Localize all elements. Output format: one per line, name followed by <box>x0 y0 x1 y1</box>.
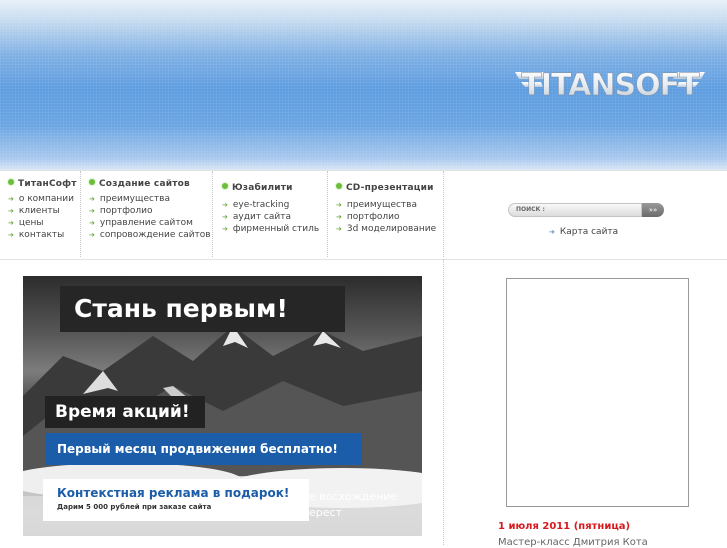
logo-text: TITANSOFT <box>521 68 700 100</box>
nav-link-eye-tracking[interactable]: ➔ eye-tracking <box>222 199 319 211</box>
arrow-right-icon: ➔ <box>89 207 95 215</box>
nav-group-titansoft: ТитанСофт ➔ о компании ➔ клиенты ➔ цены ➔ ко… <box>0 171 81 257</box>
background-caption: ерест <box>309 506 342 519</box>
arrow-right-icon: ➔ <box>336 213 342 221</box>
news-title[interactable]: Мастер-класс Дмитрия Кота <box>498 537 648 548</box>
search-input[interactable]: ПОИСК : <box>508 203 642 217</box>
nav-group-cd-presentations: CD-презентации ➔ преимущества ➔ портфолио … <box>327 171 444 257</box>
gift-box: Контекстная реклама в подарок! Дарим 5 0… <box>43 479 309 521</box>
news-date: 1 июля 2011 (пятница) <box>498 521 631 532</box>
nav-link-cd-portfolio[interactable]: ➔ портфолио <box>336 211 436 223</box>
nav-link-corporate-style[interactable]: ➔ фирменный стиль <box>222 223 319 235</box>
nav-link-contacts[interactable]: ➔ контакты <box>8 229 74 241</box>
gift-title: Контекстная реклама в подарок! <box>57 486 290 500</box>
background-caption: е восхождение <box>309 490 398 503</box>
arrow-right-icon: ➔ <box>8 231 14 239</box>
arrow-right-icon: ➔ <box>89 195 95 203</box>
bullet-icon <box>8 179 14 185</box>
arrow-right-icon: ➔ <box>8 207 14 215</box>
nav-group-title[interactable]: Создание сайтов <box>89 179 190 189</box>
arrow-right-icon: ➔ <box>8 195 14 203</box>
nav-link-advantages[interactable]: ➔ преимущества <box>89 193 211 205</box>
nav-group-title[interactable]: Юзабилити <box>222 183 293 193</box>
promo-line: Первый месяц продвижения бесплатно! <box>45 433 362 465</box>
bullet-icon <box>89 179 95 185</box>
nav-link-prices[interactable]: ➔ цены <box>8 217 74 229</box>
search-button[interactable]: »» <box>642 203 664 217</box>
arrow-right-icon: ➔ <box>222 213 228 221</box>
gift-subtitle: Дарим 5 000 рублей при заказе сайта <box>57 503 212 511</box>
arrow-right-icon: ➔ <box>8 219 14 227</box>
banner-headline: Стань первым! <box>60 286 345 332</box>
main-navigation: ТитанСофт ➔ о компании ➔ клиенты ➔ цены ➔ ко… <box>0 170 727 260</box>
arrow-right-icon: ➔ <box>336 201 342 209</box>
nav-group-title[interactable]: ТитанСофт <box>8 179 77 189</box>
nav-link-site-support[interactable]: ➔ сопровождение сайтов <box>89 229 211 241</box>
arrow-right-icon: ➔ <box>222 201 228 209</box>
nav-link-cd-advantages[interactable]: ➔ преимущества <box>336 199 436 211</box>
promo-banner[interactable]: Стань первым! Время акций! Первый месяц … <box>23 276 422 536</box>
search-form: ПОИСК : »» <box>508 203 664 217</box>
ad-placeholder <box>506 278 689 507</box>
nav-link-site-management[interactable]: ➔ управление сайтом <box>89 217 211 229</box>
nav-group-usability: Юзабилити ➔ eye-tracking ➔ аудит сайта ➔ фи… <box>212 171 328 257</box>
nav-link-clients[interactable]: ➔ клиенты <box>8 205 74 217</box>
bullet-icon <box>336 183 342 189</box>
nav-link-3d-modeling[interactable]: ➔ 3d моделирование <box>336 223 436 235</box>
arrow-right-icon: ➔ <box>89 231 95 239</box>
titansoft-logo[interactable]: TITANSOFT <box>515 66 705 100</box>
nav-group-title[interactable]: CD-презентации <box>336 183 434 193</box>
nav-group-site-creation: Создание сайтов ➔ преимущества ➔ портфолио… <box>80 171 213 257</box>
arrow-right-icon: ➔ <box>222 225 228 233</box>
arrow-right-icon: ➔ <box>336 225 342 233</box>
bullet-icon <box>222 183 228 189</box>
header-banner: TITANSOFT <box>0 0 727 170</box>
arrow-right-icon: ➔ <box>549 228 555 236</box>
promo-title: Время акций! <box>45 396 205 428</box>
nav-link-portfolio[interactable]: ➔ портфолио <box>89 205 211 217</box>
nav-link-site-audit[interactable]: ➔ аудит сайта <box>222 211 319 223</box>
sitemap-link[interactable]: ➔ Карта сайта <box>549 227 618 237</box>
arrow-right-icon: ➔ <box>89 219 95 227</box>
nav-link-about[interactable]: ➔ о компании <box>8 193 74 205</box>
column-divider <box>443 259 444 545</box>
